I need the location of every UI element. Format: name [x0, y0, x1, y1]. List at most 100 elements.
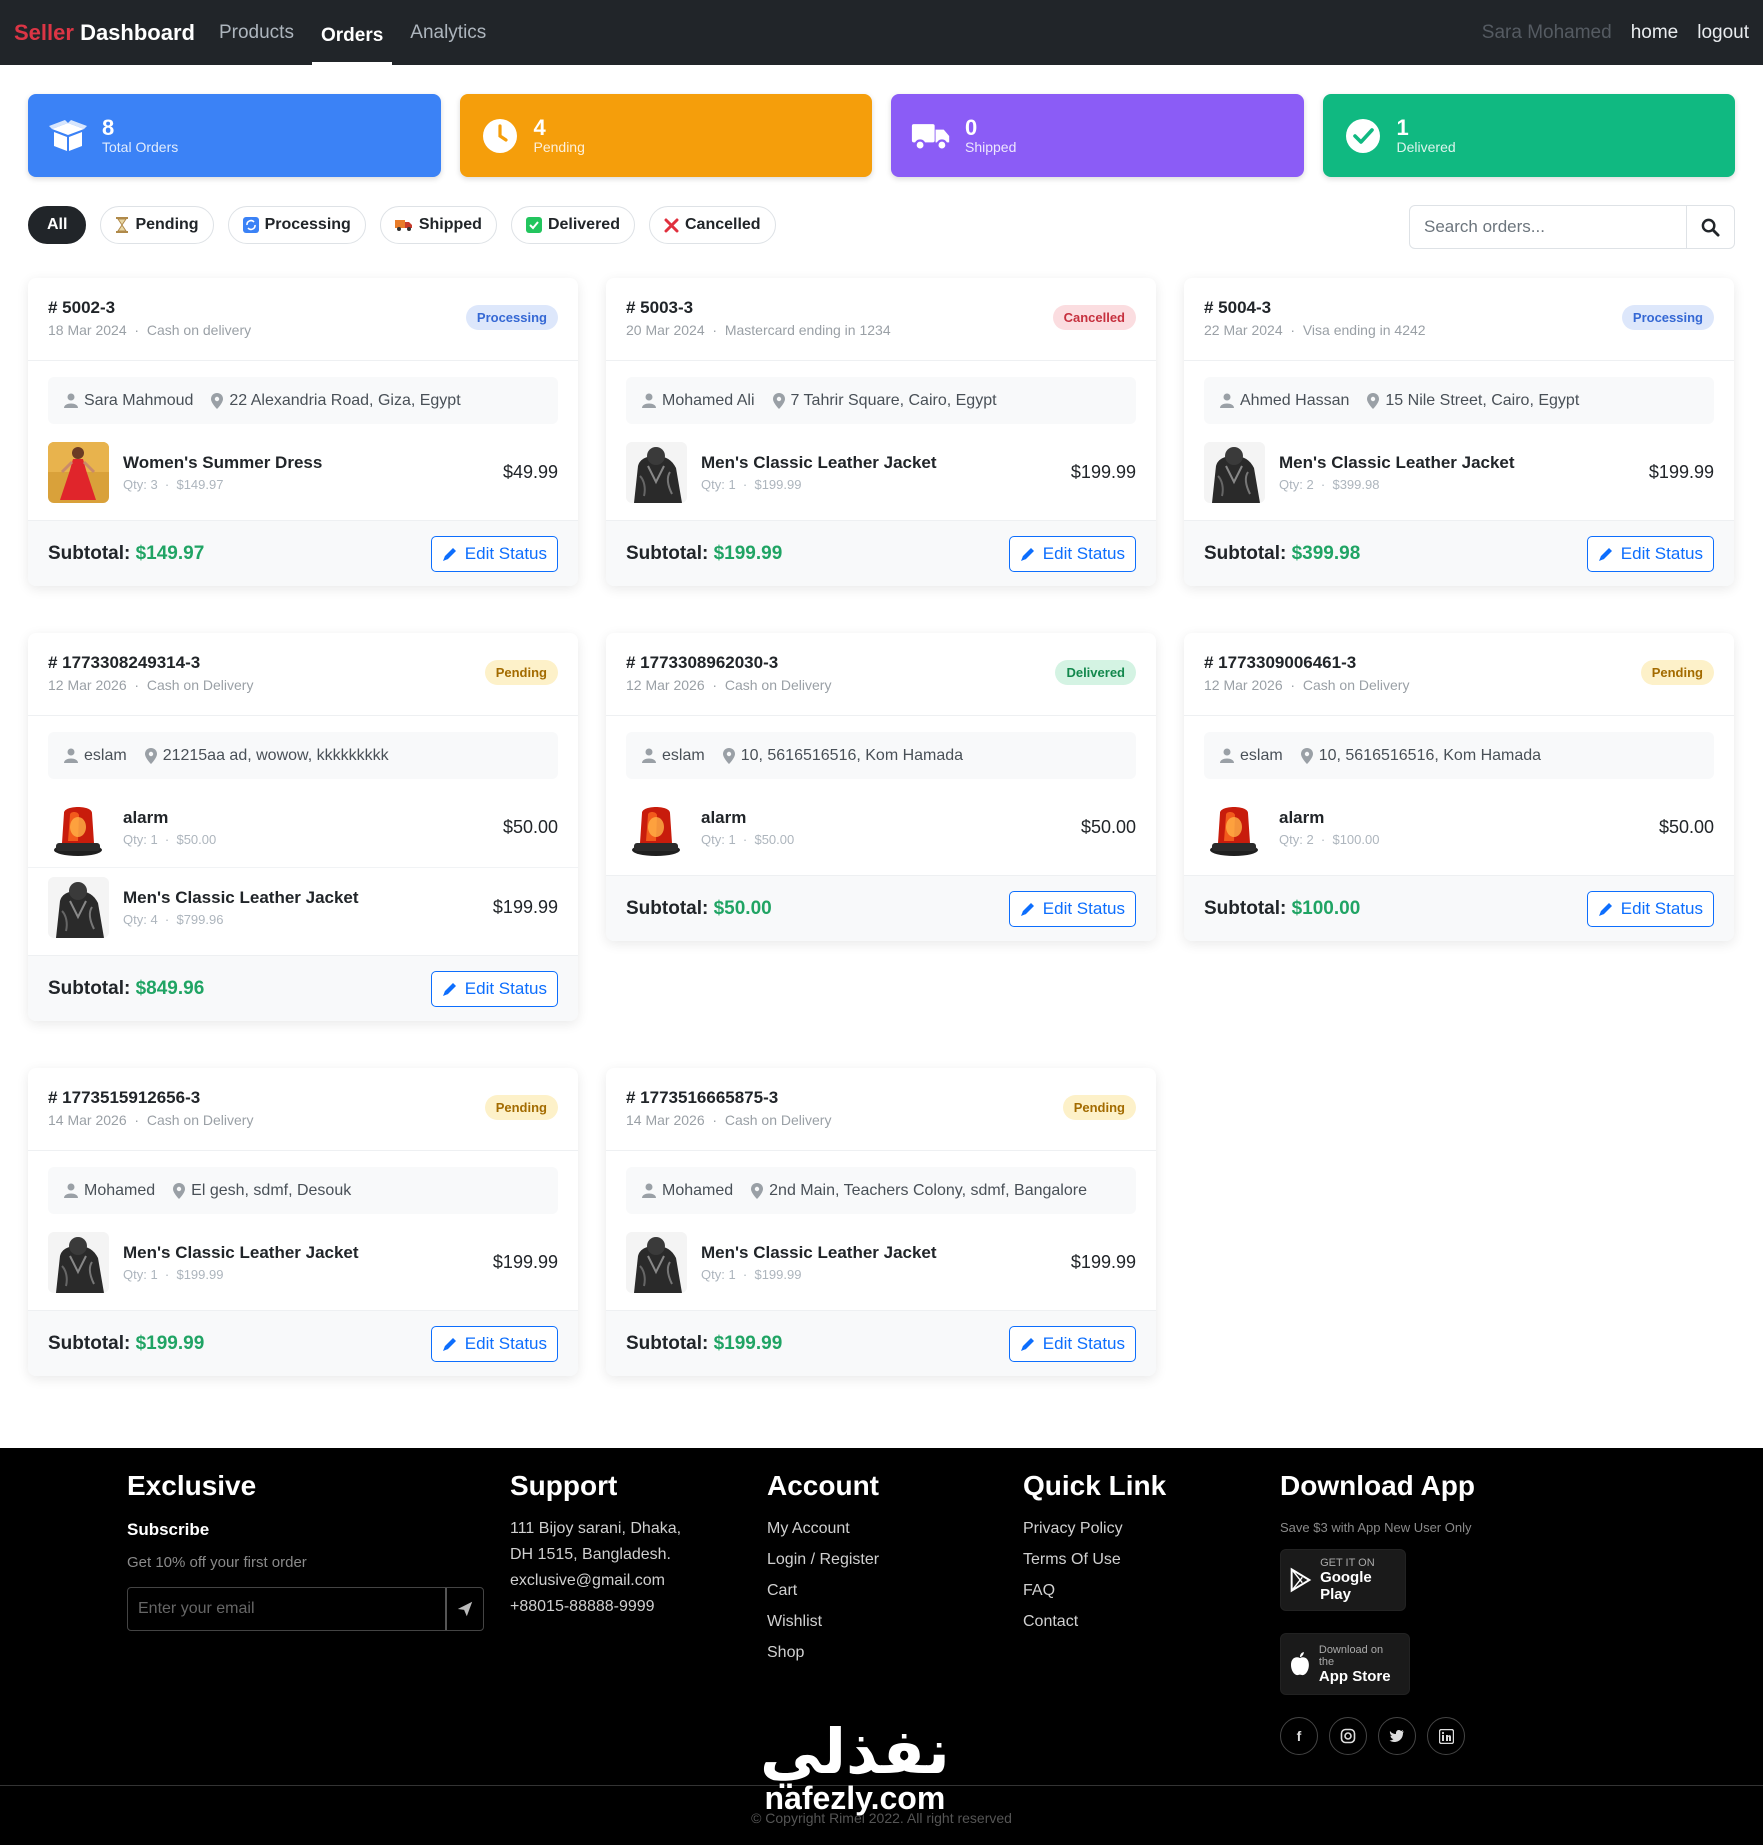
nav-products[interactable]: Products — [219, 0, 294, 65]
item-price: $199.99 — [492, 897, 558, 917]
nav-orders[interactable]: Orders — [311, 10, 393, 65]
app-store-small: Download on the — [1318, 1643, 1384, 1668]
logout-link[interactable]: logout — [1697, 22, 1749, 44]
payment-method: Cash on Delivery — [724, 677, 832, 693]
user-icon — [64, 1183, 78, 1198]
customer-name: Mohamed — [84, 1181, 156, 1199]
payment-method: Cash on Delivery — [724, 1112, 832, 1128]
filter-label: Cancelled — [684, 216, 761, 233]
edit-status-button[interactable]: Edit Status — [430, 970, 558, 1007]
support-line: 111 Bijoy sarani, Dhaka, — [510, 1520, 682, 1537]
item-total: $199.99 — [754, 476, 802, 492]
order-item: Women's Summer Dress Qty: 3 · $149.97 $49.… — [28, 432, 578, 512]
footer-quick-links: Quick Link Privacy Policy Terms Of Use F… — [1023, 1470, 1166, 1644]
stats-row: 8 Total Orders 4 Pending 0 Shipped 1 Delivered — [28, 94, 1735, 177]
status-badge: Delivered — [1055, 660, 1136, 685]
footer-link-wishlist[interactable]: Wishlist — [767, 1613, 879, 1631]
footer-link-cart[interactable]: Cart — [767, 1582, 879, 1600]
order-header: # 1773308962030-3 12 Mar 2026 · Cash on D… — [606, 633, 1156, 716]
product-image — [1204, 441, 1265, 503]
apple-icon — [1290, 1652, 1309, 1676]
customer-address: El gesh, sdmf, Desouk — [191, 1181, 352, 1199]
app-store-button[interactable]: Download on the App Store — [1280, 1633, 1410, 1695]
footer-link-terms[interactable]: Terms Of Use — [1023, 1551, 1166, 1569]
edit-status-button[interactable]: Edit Status — [1586, 890, 1714, 927]
product-image — [1204, 796, 1265, 858]
subtotal-value: $100.00 — [1291, 897, 1361, 919]
order-date: 22 Mar 2024 — [1204, 322, 1283, 338]
filter-shipped[interactable]: Shipped — [379, 206, 497, 244]
item-price: $199.99 — [492, 1251, 558, 1272]
footer-link-my-account[interactable]: My Account — [767, 1520, 879, 1538]
stat-value: 4 — [533, 114, 546, 140]
pencil-icon — [1598, 546, 1614, 562]
customer-address: 10, 5616516516, Kom Hamada — [740, 746, 964, 764]
footer-download-app: Download App Save $3 with App New User O… — [1280, 1470, 1475, 1755]
order-card: # 1773308962030-3 12 Mar 2026 · Cash on D… — [606, 633, 1156, 941]
pencil-icon — [1020, 546, 1036, 562]
send-button[interactable] — [447, 1600, 483, 1618]
footer-link-faq[interactable]: FAQ — [1023, 1582, 1166, 1600]
facebook-icon[interactable]: f — [1280, 1717, 1318, 1755]
email-input[interactable]: Enter your email — [128, 1588, 447, 1630]
order-date: 12 Mar 2026 — [626, 677, 705, 693]
stat-label: Delivered — [1396, 138, 1456, 155]
order-id: # 1773309006461-3 — [1204, 653, 1357, 672]
stat-card-shipped: 0 Shipped — [891, 94, 1304, 177]
edit-status-label: Edit Status — [1620, 543, 1703, 563]
location-pin-icon — [173, 1182, 186, 1199]
filter-processing[interactable]: Processing — [227, 206, 366, 244]
customer-info: eslam 10, 5616516516, Kom Hamada — [626, 732, 1136, 779]
customer-info: Sara Mahmoud 22 Alexandria Road, Giza, Eg… — [48, 377, 558, 424]
filter-pending[interactable]: Pending — [100, 206, 214, 244]
google-play-button[interactable]: GET IT ON Google Play — [1280, 1549, 1406, 1611]
edit-status-button[interactable]: Edit Status — [1008, 535, 1136, 572]
item-qty: Qty: 1 — [123, 831, 158, 847]
edit-status-button[interactable]: Edit Status — [1586, 535, 1714, 572]
support-phone[interactable]: +88015-88888-9999 — [510, 1598, 681, 1616]
order-header: # 5002-3 18 Mar 2024 · Cash on delivery Pr… — [28, 278, 578, 361]
edit-status-button[interactable]: Edit Status — [1008, 1325, 1136, 1362]
home-link[interactable]: home — [1631, 22, 1679, 44]
order-item: alarm Qty: 1 · $50.00 $50.00 — [28, 787, 578, 867]
search-button[interactable] — [1686, 206, 1734, 248]
order-items: Men's Classic Leather Jacket Qty: 1 · $19… — [28, 1222, 578, 1302]
filter-cancelled[interactable]: Cancelled — [648, 206, 776, 244]
nav-analytics[interactable]: Analytics — [410, 0, 486, 65]
edit-status-button[interactable]: Edit Status — [430, 1325, 558, 1362]
check-box-icon — [525, 217, 542, 233]
app-note: Save $3 with App New User Only — [1280, 1520, 1472, 1535]
footer-link-contact[interactable]: Contact — [1023, 1613, 1166, 1631]
user-name: Sara Mohamed — [1481, 21, 1612, 43]
item-total: $50.00 — [754, 831, 795, 847]
pencil-icon — [1020, 1336, 1036, 1352]
footer-link-shop[interactable]: Shop — [767, 1644, 879, 1662]
order-item: alarm Qty: 1 · $50.00 $50.00 — [606, 787, 1156, 867]
edit-status-label: Edit Status — [464, 1333, 547, 1353]
customer-name: Mohamed Ali — [662, 391, 755, 409]
item-qty: Qty: 2 — [1279, 476, 1314, 492]
brand-logo[interactable]: Seller Dashboard — [14, 20, 195, 46]
truck-icon — [911, 116, 951, 156]
top-navbar: Seller Dashboard Products Orders Analyti… — [0, 0, 1763, 65]
order-card: # 1773516665875-3 14 Mar 2026 · Cash on D… — [606, 1068, 1156, 1376]
support-email[interactable]: exclusive@gmail.com — [510, 1572, 681, 1590]
payment-method: Cash on Delivery — [146, 677, 254, 693]
order-items: Men's Classic Leather Jacket Qty: 1 · $19… — [606, 1222, 1156, 1302]
footer-link-privacy[interactable]: Privacy Policy — [1023, 1520, 1166, 1538]
twitter-icon[interactable] — [1378, 1717, 1416, 1755]
status-filters: All Pending Processing Shipped Delivered Canc… — [28, 206, 776, 244]
footer-link-login[interactable]: Login / Register — [767, 1551, 879, 1569]
search-input[interactable]: Search orders... — [1410, 217, 1686, 237]
order-item: alarm Qty: 2 · $100.00 $50.00 — [1184, 787, 1734, 867]
edit-status-button[interactable]: Edit Status — [430, 535, 558, 572]
google-play-icon — [1290, 1567, 1312, 1593]
product-name: alarm — [1279, 807, 1325, 827]
filter-all[interactable]: All — [28, 206, 87, 244]
item-total: $799.96 — [176, 912, 224, 927]
instagram-icon[interactable] — [1329, 1717, 1367, 1755]
linkedin-icon[interactable] — [1427, 1717, 1465, 1755]
edit-status-button[interactable]: Edit Status — [1008, 890, 1136, 927]
filter-delivered[interactable]: Delivered — [510, 206, 635, 244]
footer-account-title: Account — [767, 1470, 879, 1501]
